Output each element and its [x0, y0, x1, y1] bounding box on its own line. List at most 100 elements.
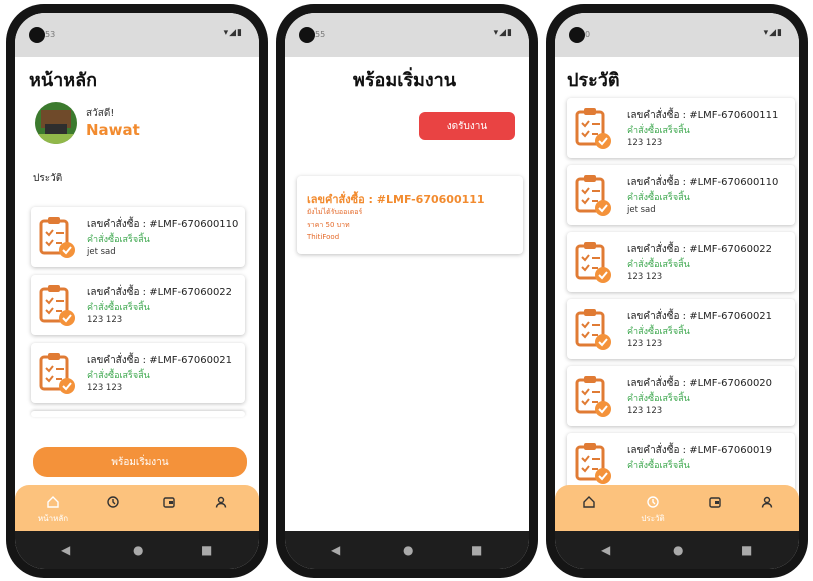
order-note: jet sad	[87, 247, 116, 257]
order-note: 123 123	[627, 339, 663, 349]
user-icon	[761, 496, 773, 508]
order-card[interactable]: เลขคำสั่งซื้อ : #LMF-67060021 คำสั่งซื้อ…	[31, 343, 245, 403]
tab-home-label: หน้าหลัก	[37, 514, 69, 523]
phone-history: 0 ▾◢▮ ประวัติ เลขคำสั่งซื้อ : #LMF-67060…	[546, 4, 808, 578]
clipboard-check-icon	[39, 353, 75, 394]
bottom-nav: ประวัติ	[555, 485, 799, 531]
clipboard-check-icon	[575, 108, 611, 149]
back-icon[interactable]: ◀	[61, 543, 70, 557]
tab-home[interactable]: หน้าหลัก	[33, 485, 73, 531]
clipboard-check-icon	[39, 285, 75, 326]
page-title: หน้าหลัก	[29, 70, 98, 91]
order-card[interactable]: เลขคำสั่งซื้อ : #LMF-670600110 คำสั่งซื้…	[31, 207, 245, 267]
status-time: 53	[45, 30, 56, 39]
order-number: เลขคำสั่งซื้อ : #LMF-67060019	[627, 445, 773, 456]
order-note: 123 123	[627, 272, 663, 282]
camera-hole	[299, 27, 315, 43]
tab-history-label: ประวัติ	[641, 514, 665, 523]
wallet-icon	[709, 497, 721, 508]
clipboard-check-icon	[39, 217, 75, 258]
stop-accepting-button[interactable]: งดรับงาน	[419, 112, 515, 140]
system-nav-bar: ◀ ● ■	[555, 531, 799, 569]
order-card[interactable]: เลขคำสั่งซื้อ : #LMF-670600110 คำสั่งซื้…	[567, 165, 795, 225]
order-number: เลขคำสั่งซื้อ : #LMF-670600110	[87, 219, 239, 230]
recent-apps-icon[interactable]: ■	[201, 543, 212, 557]
clipboard-check-icon	[575, 376, 611, 417]
clipboard-check-icon	[575, 242, 611, 283]
history-icon	[107, 496, 119, 508]
back-icon[interactable]: ◀	[601, 543, 610, 557]
camera-hole	[569, 27, 585, 43]
order-number: เลขคำสั่งซื้อ : #LMF-670600111	[627, 110, 779, 121]
avatar[interactable]	[35, 102, 77, 144]
status-time: 55	[315, 30, 326, 39]
signal-battery-icon: ▾◢▮	[223, 28, 243, 38]
clipboard-check-icon	[575, 175, 611, 216]
phone-home: 53 ▾◢▮ หน้าหลัก สวัสดี! Nawat ประวัติ เล…	[6, 4, 268, 578]
system-nav-bar: ◀ ● ■	[15, 531, 259, 569]
back-icon[interactable]: ◀	[331, 543, 340, 557]
order-note: 123 123	[87, 383, 123, 393]
signal-battery-icon: ▾◢▮	[493, 28, 513, 38]
wallet-icon	[163, 497, 175, 508]
order-number: เลขคำสั่งซื้อ : #LMF-67060021	[627, 311, 773, 322]
order-number: เลขคำสั่งซื้อ : #LMF-670600110	[627, 177, 779, 188]
order-note: 123 123	[627, 138, 663, 148]
home-circle-icon[interactable]: ●	[403, 543, 413, 557]
home-icon	[47, 496, 59, 508]
page-title: พร้อมเริ่มงาน	[353, 70, 457, 91]
recent-apps-icon[interactable]: ■	[471, 543, 482, 557]
page-title: ประวัติ	[567, 70, 620, 91]
phone-ready: 55 ▾◢▮ พร้อมเริ่มงาน งดรับงาน เลขคำสั่งซ…	[276, 4, 538, 578]
camera-hole	[29, 27, 45, 43]
bottom-nav: หน้าหลัก	[15, 485, 259, 531]
job-order-number: เลขคำสั่งซื้อ : #LMF-670600111	[307, 193, 485, 206]
signal-battery-icon: ▾◢▮	[763, 28, 783, 38]
greeting-text: สวัสดี!	[86, 108, 115, 119]
order-card[interactable]: เลขคำสั่งซื้อ : #LMF-67060020 คำสั่งซื้อ…	[567, 366, 795, 426]
clipboard-check-icon	[575, 309, 611, 350]
job-shop: ThitiFood	[307, 233, 340, 241]
recent-apps-icon[interactable]: ■	[741, 543, 752, 557]
home-icon	[583, 496, 595, 508]
order-card[interactable]: เลขคำสั่งซื้อ : #LMF-670600111 คำสั่งซื้…	[567, 98, 795, 158]
order-card[interactable]: เลขคำสั่งซื้อ : #LMF-67060022 คำสั่งซื้อ…	[31, 275, 245, 335]
home-screen: 53 ▾◢▮ หน้าหลัก สวัสดี! Nawat ประวัติ เล…	[15, 13, 259, 569]
order-status: คำสั่งซื้อเสร็จสิ้น	[627, 327, 690, 337]
tab-wallet[interactable]	[149, 485, 189, 531]
tab-profile[interactable]	[747, 485, 787, 531]
system-nav-bar: ◀ ● ■	[285, 531, 529, 569]
order-status: คำสั่งซื้อเสร็จสิ้น	[87, 235, 150, 245]
start-work-button[interactable]: พร้อมเริ่มงาน	[33, 447, 247, 477]
order-card[interactable]: เลขคำสั่งซื้อ : #LMF-67060022 คำสั่งซื้อ…	[567, 232, 795, 292]
order-status: คำสั่งซื้อเสร็จสิ้น	[627, 126, 690, 136]
tab-home[interactable]	[569, 485, 609, 531]
history-screen: 0 ▾◢▮ ประวัติ เลขคำสั่งซื้อ : #LMF-67060…	[555, 13, 799, 569]
home-circle-icon[interactable]: ●	[673, 543, 683, 557]
tab-profile[interactable]	[201, 485, 241, 531]
home-circle-icon[interactable]: ●	[133, 543, 143, 557]
order-number: เลขคำสั่งซื้อ : #LMF-67060021	[87, 355, 233, 366]
tab-history[interactable]: ประวัติ	[633, 485, 673, 531]
order-status: คำสั่งซื้อเสร็จสิ้น	[627, 260, 690, 270]
tab-wallet[interactable]	[695, 485, 735, 531]
job-price: ราคา 50 บาท	[307, 221, 350, 229]
tab-history[interactable]	[93, 485, 133, 531]
ready-screen: 55 ▾◢▮ พร้อมเริ่มงาน งดรับงาน เลขคำสั่งซ…	[285, 13, 529, 569]
status-bar: 0 ▾◢▮	[555, 13, 799, 57]
order-note: jet sad	[627, 205, 656, 215]
user-icon	[215, 496, 227, 508]
job-status: ยังไม่ได้รับออเดอร์	[307, 208, 363, 216]
job-card[interactable]: เลขคำสั่งซื้อ : #LMF-670600111 ยังไม่ได้…	[297, 176, 523, 254]
order-number: เลขคำสั่งซื้อ : #LMF-67060022	[87, 287, 233, 298]
order-card[interactable]: เลขคำสั่งซื้อ : #LMF-67060021 คำสั่งซื้อ…	[567, 299, 795, 359]
order-status: คำสั่งซื้อเสร็จสิ้น	[627, 461, 690, 471]
order-card[interactable]: เลขคำสั่งซื้อ : #LMF-67060019 คำสั่งซื้อ…	[567, 433, 795, 493]
history-section-title: ประวัติ	[33, 173, 63, 184]
order-status: คำสั่งซื้อเสร็จสิ้น	[627, 394, 690, 404]
order-status: คำสั่งซื้อเสร็จสิ้น	[627, 193, 690, 203]
order-note: 123 123	[627, 406, 663, 416]
status-time: 0	[585, 30, 591, 39]
order-number: เลขคำสั่งซื้อ : #LMF-67060022	[627, 244, 773, 255]
order-status: คำสั่งซื้อเสร็จสิ้น	[87, 303, 150, 313]
